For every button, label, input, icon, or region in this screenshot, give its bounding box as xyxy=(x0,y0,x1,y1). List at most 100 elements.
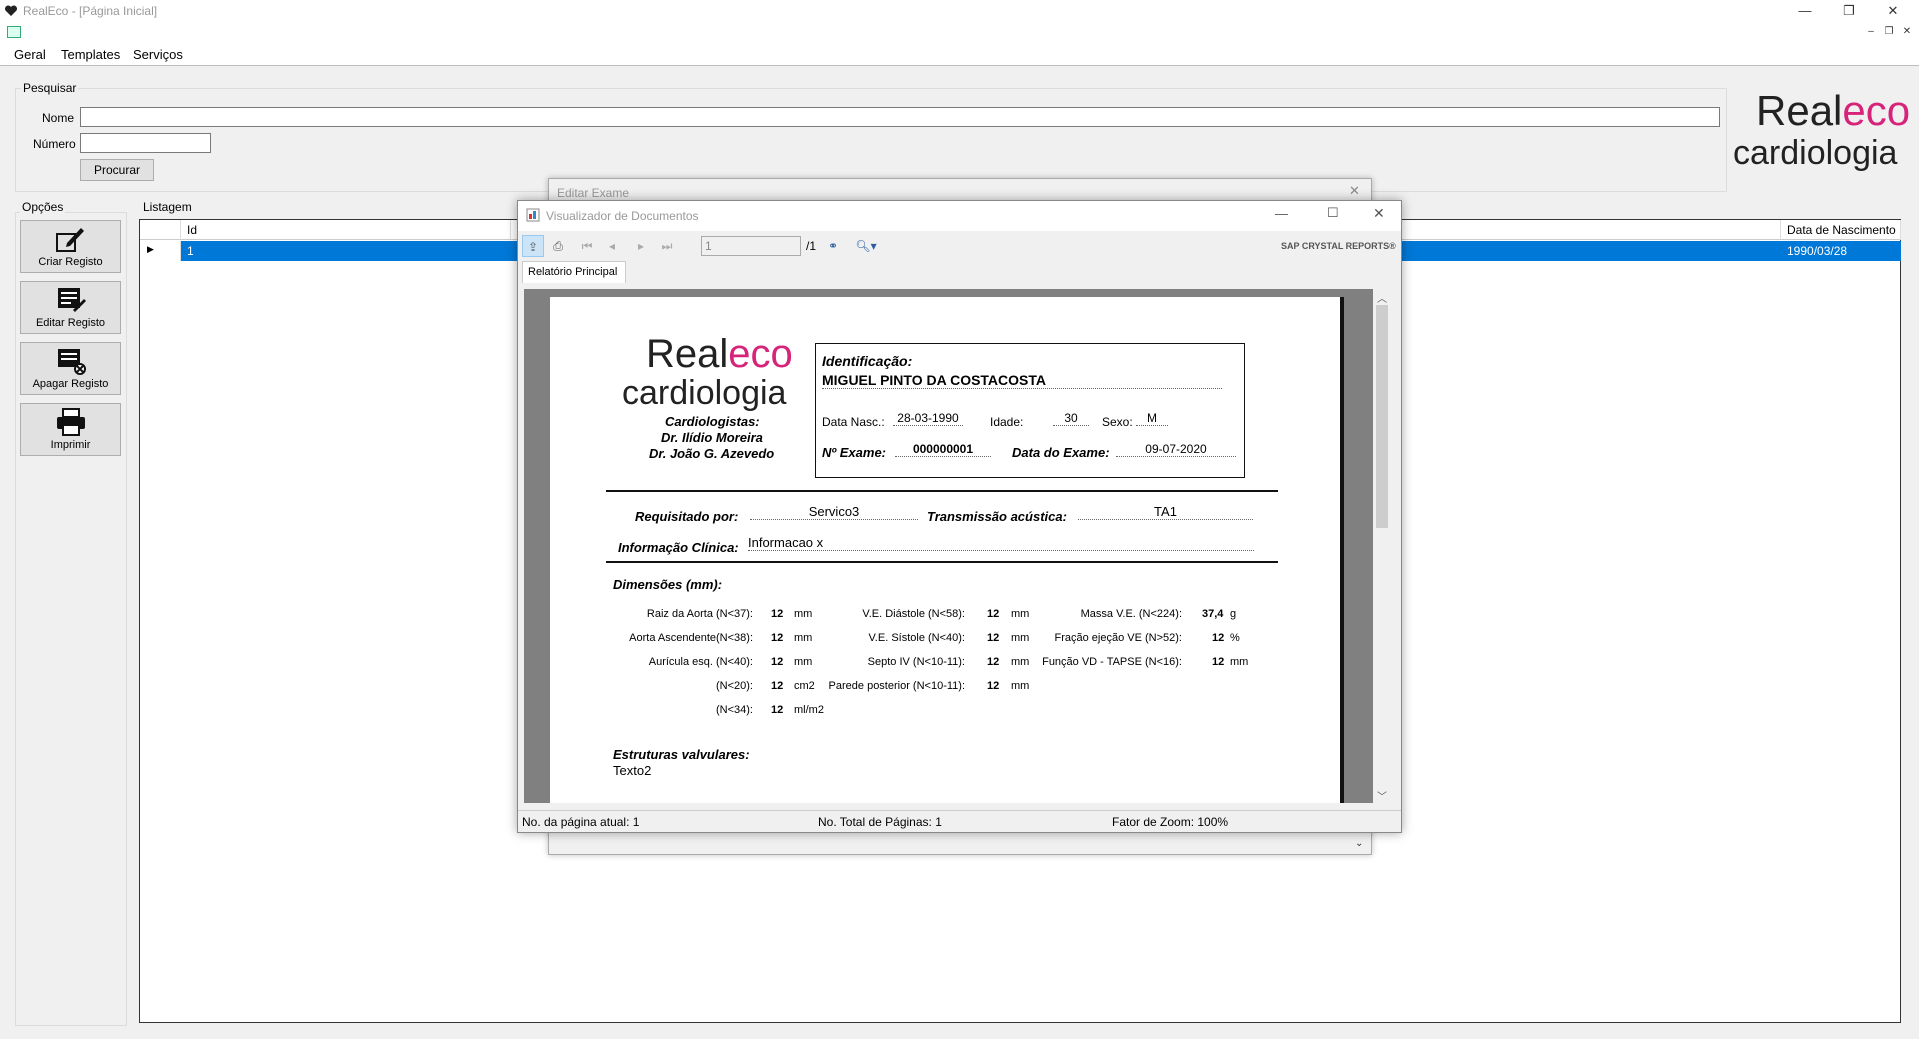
next-page-icon[interactable]: ▸ xyxy=(630,235,652,257)
edit-exam-dialog-title: Editar Exame xyxy=(557,186,630,200)
edit-dialog-scroll-down-icon[interactable]: ⌄ xyxy=(1355,838,1363,849)
measure-value: 37,4 xyxy=(1202,608,1224,620)
find-binoculars-icon[interactable]: ⚭ xyxy=(822,235,844,257)
delete-record-label: Apagar Registo xyxy=(32,378,109,390)
edit-dialog-close-icon[interactable]: ✕ xyxy=(1349,183,1360,199)
viewer-close-icon[interactable]: ✕ xyxy=(1373,205,1385,222)
birth-date-label: Data Nasc.: xyxy=(822,415,885,429)
viewer-minimize-icon[interactable]: — xyxy=(1275,206,1288,221)
scroll-thumb[interactable] xyxy=(1376,305,1388,528)
report-page-area[interactable]: Realeco cardiologia Cardiologistas: Dr. … xyxy=(524,289,1391,803)
measure-unit: mm xyxy=(1230,656,1249,668)
measure-label: Septo IV (N<10-11): xyxy=(867,656,965,668)
print-button[interactable]: Imprimir xyxy=(20,403,121,456)
exam-number-label: Nº Exame: xyxy=(822,445,886,460)
doctor-2: Dr. João G. Azevedo xyxy=(649,446,775,461)
transmission-value: TA1 xyxy=(1078,504,1253,520)
delete-record-button[interactable]: Apagar Registo xyxy=(20,342,121,395)
measure-value: 12 xyxy=(987,608,1000,620)
measure-label: Parede posterior (N<10-11): xyxy=(828,680,965,692)
restore-button[interactable]: ❐ xyxy=(1827,0,1871,22)
divider-middle xyxy=(606,561,1278,563)
viewer-app-icon xyxy=(526,208,540,222)
measure-unit: cm2 xyxy=(794,680,815,692)
valves-label: Estruturas valvulares: xyxy=(613,747,750,762)
birth-date-value: 28-03-1990 xyxy=(893,411,963,426)
print-report-icon[interactable]: ⎙ xyxy=(547,235,569,257)
cardiologists-label: Cardiologistas: xyxy=(665,414,760,429)
column-header-birth-date[interactable]: Data de Nascimento xyxy=(1781,220,1901,240)
search-button[interactable]: Procurar xyxy=(80,159,154,181)
logo-real-text: Real xyxy=(1756,87,1843,134)
menu-geral[interactable]: Geral xyxy=(14,47,46,62)
viewer-maximize-icon[interactable]: ☐ xyxy=(1327,205,1339,221)
create-record-button[interactable]: Criar Registo xyxy=(20,220,121,273)
measure-unit: mm xyxy=(794,656,813,668)
tab-main-report[interactable]: Relatório Principal xyxy=(522,261,626,283)
measure-label: V.E. Diástole (N<58): xyxy=(862,608,965,620)
measure-value: 12 xyxy=(1212,632,1225,644)
close-button[interactable]: ✕ xyxy=(1871,0,1915,22)
edit-list-icon xyxy=(58,288,86,312)
number-label: Número xyxy=(33,137,76,151)
page-number-input[interactable]: 1 xyxy=(701,236,801,256)
scroll-up-icon[interactable]: ︿ xyxy=(1377,290,1387,305)
identification-label: Identificação: xyxy=(822,353,913,369)
measure-label: Fração ejeção VE (N>52): xyxy=(1054,632,1182,644)
search-group xyxy=(15,88,1727,192)
name-input[interactable] xyxy=(80,107,1720,127)
mdi-minimize-icon[interactable]: ‒ xyxy=(1863,25,1879,39)
table-row-header[interactable]: ▶ xyxy=(140,241,181,261)
dimensions-label: Dimensões (mm): xyxy=(613,577,723,592)
clinical-info-label: Informação Clínica: xyxy=(618,540,739,555)
delete-list-icon xyxy=(58,349,86,375)
menu-templates[interactable]: Templates xyxy=(61,47,120,62)
number-input[interactable] xyxy=(80,133,211,153)
last-page-icon[interactable]: ⏭ xyxy=(656,235,678,257)
options-group xyxy=(15,212,127,1026)
report-logo-eco: eco xyxy=(728,332,793,376)
window-title: RealEco - [Página Inicial] xyxy=(23,4,158,18)
exam-date-label: Data do Exame: xyxy=(1012,445,1110,460)
viewer-status-bar: No. da página atual: 1 No. Total de Pági… xyxy=(518,810,1401,832)
measure-value: 12 xyxy=(1212,656,1225,668)
patient-name: MIGUEL PINTO DA COSTACOSTA xyxy=(822,372,1222,389)
status-zoom: Fator de Zoom: 100% xyxy=(1112,815,1229,829)
measure-unit: ml/m2 xyxy=(794,704,824,716)
first-page-icon[interactable]: ⏮ xyxy=(576,235,598,257)
measure-label: Raiz da Aorta (N<37): xyxy=(646,608,753,620)
logo-wordmark: Realeco xyxy=(1756,88,1910,134)
age-label: Idade: xyxy=(990,415,1024,429)
export-icon[interactable]: ⇪ xyxy=(522,235,544,257)
app-heart-icon xyxy=(4,5,18,16)
minimize-button[interactable]: — xyxy=(1783,0,1827,22)
scroll-down-icon[interactable]: ﹀ xyxy=(1377,788,1387,803)
print-label: Imprimir xyxy=(50,439,91,451)
report-vertical-scrollbar[interactable]: ︿ ﹀ xyxy=(1373,289,1391,803)
report-logo-real: Real xyxy=(646,332,729,376)
edit-record-button[interactable]: Editar Registo xyxy=(20,281,121,334)
doctor-1: Dr. Ilídio Moreira xyxy=(661,430,763,445)
zoom-dropdown-icon[interactable]: 🔍︎▾ xyxy=(850,235,882,257)
measure-label: V.E. Sístole (N<40): xyxy=(868,632,965,644)
column-header-id[interactable]: Id xyxy=(181,220,511,240)
pencil-icon xyxy=(56,228,84,252)
row-pointer-icon: ▶ xyxy=(147,244,154,254)
measure-value: 12 xyxy=(771,656,784,668)
menu-servicos[interactable]: Serviços xyxy=(133,47,183,62)
row-header-corner xyxy=(140,220,181,240)
mdi-restore-icon[interactable]: ❐ xyxy=(1881,25,1897,39)
cell-id: 1 xyxy=(187,244,194,258)
document-viewer-window[interactable]: Visualizador de Documentos — ☐ ✕ ⇪ ⎙ ⏮ ◂… xyxy=(517,200,1402,833)
title-bar: RealEco - [Página Inicial] xyxy=(0,0,1919,24)
measure-unit: mm xyxy=(1011,680,1030,692)
mdi-close-icon[interactable]: ✕ xyxy=(1899,25,1915,39)
divider-top xyxy=(606,490,1278,492)
create-record-label: Criar Registo xyxy=(38,256,103,268)
viewer-title: Visualizador de Documentos xyxy=(546,209,699,223)
clinical-info-value: Informacao x xyxy=(748,535,1254,551)
previous-page-icon[interactable]: ◂ xyxy=(601,235,623,257)
valves-value: Texto2 xyxy=(613,763,652,778)
measure-label: (N<20): xyxy=(716,680,753,692)
requested-by-label: Requisitado por: xyxy=(635,509,739,524)
